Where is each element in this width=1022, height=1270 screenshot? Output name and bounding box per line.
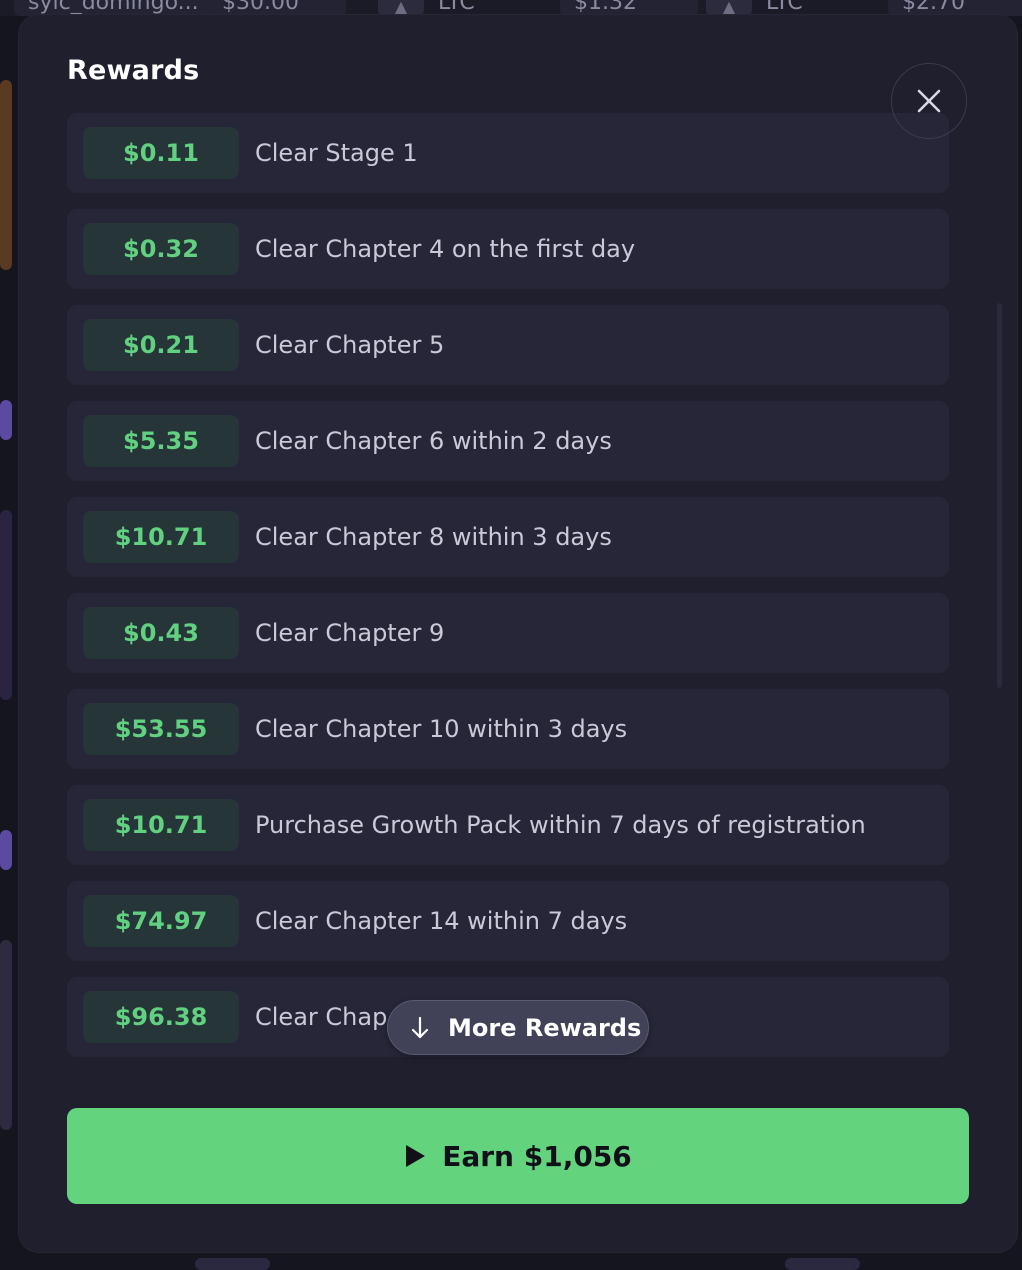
bg-badge xyxy=(0,830,12,870)
reward-amount: $5.35 xyxy=(83,415,239,467)
earn-button[interactable]: Earn $1,056 xyxy=(67,1108,969,1204)
reward-row: $0.21 Clear Chapter 5 xyxy=(67,305,949,385)
reward-task: Clear Chapter 4 on the first day xyxy=(255,235,636,263)
reward-task: Clear Chapter 14 within 7 days xyxy=(255,907,628,935)
reward-task: Clear Chap xyxy=(255,1003,388,1031)
modal-title: Rewards xyxy=(67,55,200,86)
bg-thumbnail xyxy=(0,510,12,700)
reward-row: $74.97 Clear Chapter 14 within 7 days xyxy=(67,881,949,961)
reward-task: Clear Chapter 9 xyxy=(255,619,445,647)
bg-thumbnail xyxy=(0,940,12,1130)
background-bottom xyxy=(0,1250,1022,1264)
reward-amount: $0.11 xyxy=(83,127,239,179)
bg-amount-text: $2.70 xyxy=(902,0,965,15)
bg-currency-cell: LTC xyxy=(424,0,522,16)
bg-amount-cell: $30.00 xyxy=(208,0,346,16)
close-icon xyxy=(917,89,941,113)
bg-username-text: sylc_domingo... xyxy=(28,0,199,15)
bg-currency-text: LTC xyxy=(438,0,475,15)
thumb-icon: ▲ xyxy=(706,0,752,16)
rewards-list[interactable]: $0.11 Clear Stage 1 $0.32 Clear Chapter … xyxy=(67,113,949,1059)
reward-amount: $53.55 xyxy=(83,703,239,755)
scrollbar[interactable] xyxy=(997,303,1002,688)
more-rewards-button[interactable]: More Rewards xyxy=(387,1000,649,1055)
bg-username-cell: sylc_domingo... xyxy=(14,0,212,16)
reward-amount: $10.71 xyxy=(83,511,239,563)
reward-row: $0.43 Clear Chapter 9 xyxy=(67,593,949,673)
reward-task: Clear Chapter 10 within 3 days xyxy=(255,715,628,743)
arrow-down-icon xyxy=(411,1016,429,1038)
bg-amount-cell: $1.32 xyxy=(560,0,698,16)
bg-badge xyxy=(0,400,12,440)
reward-row: $0.32 Clear Chapter 4 on the first day xyxy=(67,209,949,289)
more-rewards-label: More Rewards xyxy=(448,1013,642,1042)
reward-amount: $0.43 xyxy=(83,607,239,659)
bg-currency-text: LTC xyxy=(766,0,803,15)
background-table-row: sylc_domingo... $30.00 ▲ LTC $1.32 ▲ LTC… xyxy=(0,0,1022,16)
bg-pill xyxy=(195,1258,270,1270)
reward-amount: $10.71 xyxy=(83,799,239,851)
close-button[interactable] xyxy=(891,63,967,139)
bg-amount-text: $30.00 xyxy=(222,0,299,15)
reward-row: $5.35 Clear Chapter 6 within 2 days xyxy=(67,401,949,481)
bg-currency-cell: LTC xyxy=(752,0,850,16)
earn-label: Earn $1,056 xyxy=(442,1139,632,1173)
play-icon xyxy=(406,1145,426,1167)
reward-amount: $96.38 xyxy=(83,991,239,1043)
reward-row: $0.11 Clear Stage 1 xyxy=(67,113,949,193)
thumb-icon: ▲ xyxy=(378,0,424,16)
bg-amount-cell: $2.70 xyxy=(888,0,1022,16)
reward-task: Clear Stage 1 xyxy=(255,139,418,167)
rewards-modal: Rewards $0.11 Clear Stage 1 $0.32 Clear … xyxy=(19,15,1017,1252)
bg-pill xyxy=(785,1258,860,1270)
reward-task: Clear Chapter 8 within 3 days xyxy=(255,523,612,551)
reward-task: Purchase Growth Pack within 7 days of re… xyxy=(255,811,866,839)
reward-amount: $74.97 xyxy=(83,895,239,947)
reward-task: Clear Chapter 5 xyxy=(255,331,445,359)
bg-thumbnail xyxy=(0,80,12,270)
reward-amount: $0.32 xyxy=(83,223,239,275)
reward-row: $53.55 Clear Chapter 10 within 3 days xyxy=(67,689,949,769)
reward-row: $10.71 Clear Chapter 8 within 3 days xyxy=(67,497,949,577)
bg-amount-text: $1.32 xyxy=(574,0,637,15)
reward-task: Clear Chapter 6 within 2 days xyxy=(255,427,612,455)
reward-row: $10.71 Purchase Growth Pack within 7 day… xyxy=(67,785,949,865)
reward-amount: $0.21 xyxy=(83,319,239,371)
